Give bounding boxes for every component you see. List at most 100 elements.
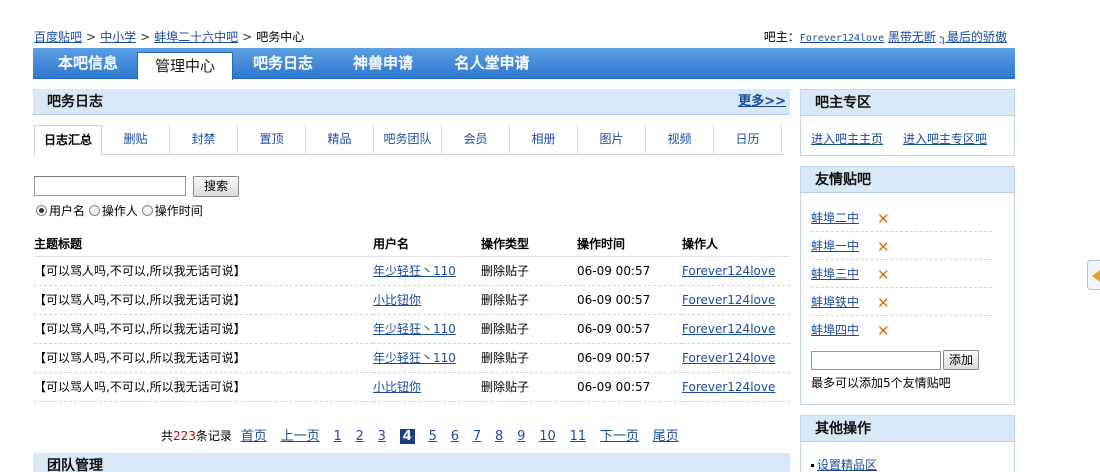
nav-tab-admin-log[interactable]: 吧务日志 [237,48,329,79]
cell-username-link[interactable]: 年少轻狂丶110 [373,264,456,278]
page-link[interactable]: 10 [539,429,556,444]
radio-operation-time[interactable] [141,205,153,216]
page-next[interactable]: 下一页 [600,429,639,444]
breadcrumb-link-forum[interactable]: 蚌埠二十六中吧 [154,30,238,44]
page-link[interactable]: 7 [473,429,481,444]
manager-link[interactable]: ╮最后的骄傲 [940,30,1007,44]
cell-topic: 【可以骂人吗,不可以,所以我无话可说】 [34,314,373,344]
friend-forum-link[interactable]: 蚌埠铁中 [811,295,859,309]
column-header-operator: 操作人 [682,231,790,257]
subtab-pictures[interactable]: 图片 [578,125,646,155]
cell-operator-link[interactable]: Forever124love [682,293,775,307]
table-row: 【可以骂人吗,不可以,所以我无话可说】 年少轻狂丶110 删除贴子 06-09 … [34,314,790,344]
list-item: 蚌埠一中 ✕ [811,232,992,260]
floating-side-tab[interactable] [1087,260,1100,290]
page-link[interactable]: 1 [333,429,341,444]
friend-forum-link[interactable]: 蚌埠一中 [811,239,859,253]
page-link[interactable]: 3 [378,429,386,444]
cell-username-link[interactable]: 年少轻狂丶110 [373,351,456,365]
owner-home-link[interactable]: 进入吧主主页 [811,132,883,146]
page-link[interactable]: 6 [451,429,459,444]
friend-forum-link[interactable]: 蚌埠二中 [811,211,859,225]
cell-operation-type: 删除贴子 [481,314,577,344]
delete-icon[interactable]: ✕ [877,205,890,233]
nav-tab-forum-info[interactable]: 本吧信息 [43,48,133,79]
cell-operation-type: 删除贴子 [481,343,577,373]
list-item: 设置精品区 [801,442,1014,472]
subtab-delete-post[interactable]: 删贴 [102,125,170,155]
subtab-summary[interactable]: 日志汇总 [34,125,102,156]
column-header-operation-type: 操作类型 [481,231,577,257]
subtab-albums[interactable]: 相册 [510,125,578,155]
other-operations-panel: 其他操作 设置精品区 [800,415,1015,472]
more-link[interactable]: 更多>> [738,89,786,115]
owner-zone-forum-link[interactable]: 进入吧主专区吧 [903,132,987,146]
cell-username-link[interactable]: 小比钮你 [373,293,421,307]
subtab-calendar[interactable]: 日历 [714,125,782,155]
page-link[interactable]: 9 [517,429,525,444]
arrow-left-icon [1092,270,1100,282]
nav-tab-beast-apply[interactable]: 神兽申请 [337,48,429,79]
subtab-ban[interactable]: 封禁 [170,125,238,155]
breadcrumb-separator: > [140,30,151,44]
friend-forum-hint: 最多可以添加5个友情贴吧 [811,376,951,390]
search-type-options: 用户名 操作人 操作时间 [36,202,203,219]
subtab-videos[interactable]: 视频 [646,125,714,155]
set-featured-area-link[interactable]: 设置精品区 [817,458,877,472]
delete-icon[interactable]: ✕ [877,289,890,317]
cell-topic: 【可以骂人吗,不可以,所以我无话可说】 [34,372,373,402]
cell-username-link[interactable]: 年少轻狂丶110 [373,322,456,336]
record-count-prefix: 共 [161,429,174,443]
cell-operator-link[interactable]: Forever124love [682,322,775,336]
breadcrumb-link-category[interactable]: 中小学 [100,30,136,44]
owner-zone-header: 吧主专区 [801,90,1014,116]
breadcrumb-current: 吧务中心 [256,30,305,44]
cell-operation-type: 删除贴子 [481,285,577,315]
owner-zone-panel: 吧主专区 进入吧主主页 进入吧主专区吧 [800,89,1015,156]
cell-topic: 【可以骂人吗,不可以,所以我无话可说】 [34,285,373,315]
page-last[interactable]: 尾页 [653,429,679,444]
delete-icon[interactable]: ✕ [877,233,890,261]
bullet-icon [811,464,814,467]
subtab-admin-team[interactable]: 吧务团队 [374,125,442,155]
pagination: 共223条记录 首页 上一页 1 2 3 4 5 6 7 8 9 10 11 下… [161,425,684,444]
page-first[interactable]: 首页 [241,429,267,444]
subtab-members[interactable]: 会员 [442,125,510,155]
cell-topic: 【可以骂人吗,不可以,所以我无话可说】 [34,256,373,286]
subtab-featured[interactable]: 精品 [306,125,374,155]
friend-forum-link[interactable]: 蚌埠三中 [811,267,859,281]
cell-operation-time: 06-09 00:57 [577,285,682,315]
page-link[interactable]: 5 [429,429,437,444]
cell-operator-link[interactable]: Forever124love [682,351,775,365]
friend-forums-header: 友情贴吧 [801,167,1014,193]
cell-topic: 【可以骂人吗,不可以,所以我无话可说】 [34,343,373,373]
delete-icon[interactable]: ✕ [877,317,890,345]
nav-tab-hall-of-fame[interactable]: 名人堂申请 [437,48,547,79]
admin-log-header: 吧务日志 更多>> [33,89,790,115]
record-count-suffix: 条记录 [195,429,232,443]
add-friend-forum-button[interactable]: 添加 [943,350,979,370]
page-link[interactable]: 2 [356,429,364,444]
breadcrumb: 百度贴吧 > 中小学 > 蚌埠二十六中吧 > 吧务中心 [34,28,304,45]
cell-username-link[interactable]: 小比钮你 [373,380,421,394]
cell-operator-link[interactable]: Forever124love [682,380,775,394]
manager-link[interactable]: Forever124love [800,33,884,44]
subtab-sticky[interactable]: 置顶 [238,125,306,155]
page-link[interactable]: 11 [570,429,587,444]
breadcrumb-link-tieba[interactable]: 百度贴吧 [34,30,82,44]
manager-link[interactable]: 黑带无断 [888,30,936,44]
friend-forum-input[interactable] [811,351,941,370]
log-search-input[interactable] [34,176,186,196]
record-count: 223 [173,429,196,443]
radio-username[interactable] [36,205,47,216]
nav-tab-management[interactable]: 管理中心 [137,52,233,80]
table-row: 【可以骂人吗,不可以,所以我无话可说】 小比钮你 删除贴子 06-09 00:5… [34,285,790,315]
page-prev[interactable]: 上一页 [281,429,320,444]
cell-operator-link[interactable]: Forever124love [682,264,775,278]
cell-operation-time: 06-09 00:57 [577,256,682,286]
friend-forum-link[interactable]: 蚌埠四中 [811,323,859,337]
delete-icon[interactable]: ✕ [877,261,890,289]
radio-operator[interactable] [88,205,100,216]
page-link[interactable]: 8 [495,429,503,444]
search-button[interactable]: 搜索 [193,176,239,197]
